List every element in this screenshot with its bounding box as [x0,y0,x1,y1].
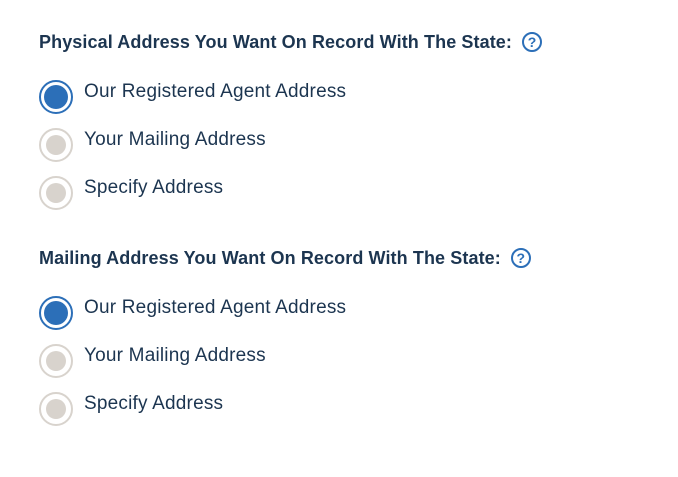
physical-option-specify-address[interactable]: Specify Address [39,169,639,217]
option-label: Our Registered Agent Address [84,297,347,318]
mailing-address-heading-text: Mailing Address You Want On Record With … [39,247,501,268]
mailing-option-registered-agent[interactable]: Our Registered Agent Address [39,289,639,337]
mailing-address-heading: Mailing Address You Want On Record With … [39,243,639,273]
physical-address-heading: Physical Address You Want On Record With… [39,27,639,57]
radio-unchecked-icon[interactable] [39,344,73,378]
radio-unchecked-icon[interactable] [39,128,73,162]
radio-checked-icon[interactable] [39,80,73,114]
option-label: Specify Address [84,177,224,198]
mailing-option-specify-address[interactable]: Specify Address [39,385,639,433]
radio-unchecked-icon[interactable] [39,392,73,426]
physical-option-registered-agent[interactable]: Our Registered Agent Address [39,73,639,121]
option-label: Our Registered Agent Address [84,81,347,102]
physical-address-options: Our Registered Agent Address Your Mailin… [39,73,639,217]
radio-checked-icon[interactable] [39,296,73,330]
physical-option-mailing-address[interactable]: Your Mailing Address [39,121,639,169]
option-label: Specify Address [84,393,224,414]
option-label: Your Mailing Address [84,345,266,366]
mailing-address-options: Our Registered Agent Address Your Mailin… [39,289,639,433]
radio-unchecked-icon[interactable] [39,176,73,210]
mailing-address-group: Mailing Address You Want On Record With … [39,243,639,433]
option-label: Your Mailing Address [84,129,266,150]
mailing-option-mailing-address[interactable]: Your Mailing Address [39,337,639,385]
help-icon[interactable]: ? [522,32,543,52]
physical-address-group: Physical Address You Want On Record With… [39,27,639,217]
physical-address-heading-text: Physical Address You Want On Record With… [39,31,513,52]
help-icon[interactable]: ? [510,248,531,268]
